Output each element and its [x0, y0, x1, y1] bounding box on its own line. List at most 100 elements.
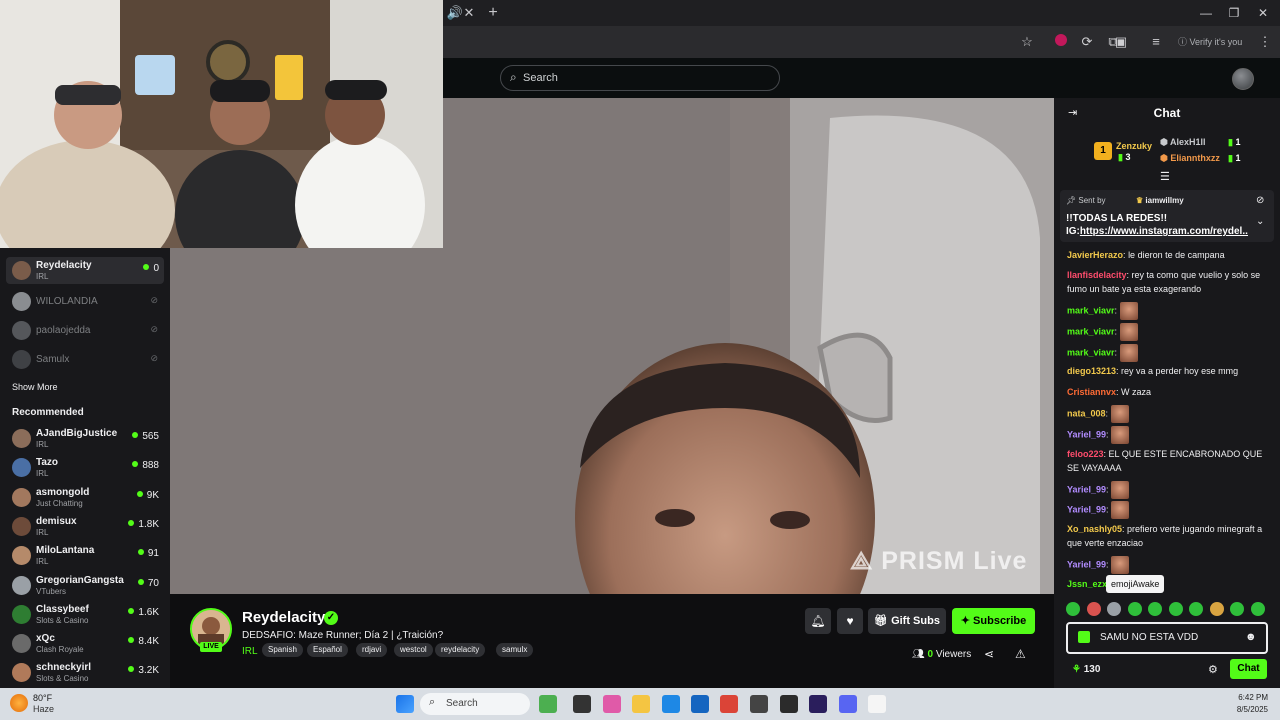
sidebar-recommended-channel[interactable]: MiloLantana IRL 91	[6, 542, 164, 569]
follow-heart-button[interactable]: ♥	[837, 608, 863, 634]
store-icon[interactable]	[691, 695, 709, 713]
streamer-name[interactable]: Reydelacity	[242, 609, 325, 626]
quick-emote-icon[interactable]	[1086, 602, 1101, 616]
notification-bell-button[interactable]: 🔔︎	[805, 608, 831, 634]
quick-emote-icon[interactable]	[1250, 602, 1265, 616]
chat-message[interactable]: mark_viavr:	[1067, 323, 1267, 341]
stream-tag[interactable]: Spanish	[262, 643, 303, 657]
chat-username[interactable]: mark_viavr	[1067, 326, 1115, 336]
notepad-icon[interactable]	[868, 695, 886, 713]
tab-close-icon[interactable]: ✕	[460, 4, 478, 22]
pinned-link-line[interactable]: IG:https://www.instagram.com/reydel...	[1066, 226, 1248, 237]
quick-emote-icon[interactable]	[1168, 602, 1183, 616]
chat-username[interactable]: diego13213	[1067, 366, 1116, 376]
task-view-icon[interactable]	[573, 695, 591, 713]
leaderboard-name[interactable]: ⬢ AlexH1ll	[1160, 137, 1206, 148]
sidebar-recommended-channel[interactable]: xQc Clash Royale 8.4K	[6, 630, 164, 657]
chat-message[interactable]: diego13213: rey va a perder hoy ese mmg	[1067, 364, 1267, 378]
chat-username[interactable]: mark_viavr	[1067, 347, 1115, 357]
leaderboard-expand-icon[interactable]: ☰	[1160, 170, 1170, 183]
stream-tag[interactable]: reydelacity	[435, 643, 486, 657]
chat-username[interactable]: Xo_nashly05	[1067, 524, 1122, 534]
file-explorer-icon[interactable]	[632, 695, 650, 713]
leaderboard-name[interactable]: ⬢ Eliannthxzz	[1160, 153, 1220, 164]
stream-tag[interactable]: Español	[307, 643, 348, 657]
chat-emote-icon[interactable]	[1111, 481, 1130, 499]
widgets-icon[interactable]	[539, 695, 557, 713]
weather-icon[interactable]	[10, 694, 28, 712]
chat-emote-icon[interactable]	[1111, 426, 1130, 444]
chat-emote-icon[interactable]	[1111, 556, 1130, 574]
chat-message[interactable]: Yariel_99:	[1067, 481, 1267, 499]
sidebar-followed-channel[interactable]: Samulx ⊘	[6, 346, 164, 373]
sidebar-recommended-channel[interactable]: schneckyirl Slots & Casino 3.2K	[6, 659, 164, 686]
chat-message[interactable]: Cristiannvx: W zaza	[1067, 385, 1267, 399]
clock-date[interactable]: 8/5/2025	[1230, 705, 1268, 714]
chat-settings-icon[interactable]: ⚙	[1208, 663, 1218, 676]
chat-message[interactable]: mark_viavr:	[1067, 302, 1267, 320]
bookmark-star-icon[interactable]: ☆	[1018, 33, 1036, 51]
clock-time[interactable]: 6:42 PM	[1236, 693, 1268, 702]
chat-emote-icon[interactable]	[1119, 344, 1138, 362]
sidebar-recommended-channel[interactable]: asmongold Just Chatting 9K	[6, 484, 164, 511]
quick-emote-icon[interactable]	[1066, 602, 1080, 616]
quick-emote-icon[interactable]	[1230, 602, 1244, 616]
chevron-down-icon[interactable]: ⌄	[1256, 216, 1264, 227]
window-close-icon[interactable]: ✕	[1251, 4, 1275, 22]
chat-username[interactable]: Yariel_99	[1067, 429, 1106, 439]
chat-message[interactable]: llanfisdelacity: rey ta como que vuelio …	[1067, 268, 1267, 296]
chrome-icon[interactable]	[720, 695, 738, 713]
chat-username[interactable]: feloo223	[1067, 449, 1104, 459]
user-avatar[interactable]	[1232, 68, 1254, 90]
edge-icon[interactable]	[662, 695, 680, 713]
share-icon[interactable]: ⋖	[984, 647, 994, 661]
chat-emote-icon[interactable]	[1110, 405, 1129, 423]
channel-points[interactable]: ⚘ 130	[1072, 664, 1100, 675]
quick-emote-icon[interactable]	[1189, 602, 1203, 616]
weather-temp[interactable]: 80°F	[33, 693, 52, 703]
extension-icon[interactable]: ⟳	[1078, 33, 1096, 51]
discord-icon[interactable]	[839, 695, 857, 713]
chat-username[interactable]: llanfisdelacity	[1067, 270, 1127, 280]
chat-message[interactable]: Yariel_99:	[1067, 426, 1267, 444]
quick-emote-icon[interactable]	[1127, 602, 1142, 616]
copilot-icon[interactable]	[603, 695, 621, 713]
sidebar-recommended-channel[interactable]: Classybeef Slots & Casino 1.6K	[6, 601, 164, 628]
unpin-icon[interactable]: ⊘	[1256, 195, 1264, 206]
chat-username[interactable]: Cristiannvx	[1067, 387, 1116, 397]
chat-message[interactable]: JavierHerazo: le dieron te de campana	[1067, 248, 1267, 262]
sidebar-followed-channel[interactable]: paolaojedda ⊘	[6, 317, 164, 344]
minimize-icon[interactable]: —	[1194, 4, 1218, 22]
sidebar-followed-channel[interactable]: Reydelacity IRL 0	[6, 257, 164, 284]
quick-emote-icon[interactable]	[1209, 602, 1224, 616]
stream-tag[interactable]: westcol	[394, 643, 433, 657]
chat-username[interactable]: JavierHerazo	[1067, 250, 1123, 260]
profile-verify-label[interactable]: ⓘ Verify it's you	[1178, 35, 1242, 48]
chat-message[interactable]: Yariel_99:	[1067, 556, 1267, 574]
chat-message[interactable]: Yariel_99:	[1067, 501, 1267, 519]
app-icon[interactable]	[750, 695, 768, 713]
subscribe-button[interactable]: ✦ Subscribe	[952, 608, 1035, 634]
chat-username[interactable]: mark_viavr	[1067, 305, 1115, 315]
media-icon[interactable]: ≡	[1147, 33, 1165, 51]
show-more-link[interactable]: Show More	[12, 382, 58, 392]
new-tab-icon[interactable]: +	[484, 4, 502, 22]
chat-username[interactable]: Jssn_ezx	[1067, 579, 1107, 589]
chat-message[interactable]: Xo_nashly05: prefiero verte jugando mine…	[1067, 522, 1267, 550]
extension-shield-icon[interactable]	[1052, 33, 1070, 51]
stream-tag[interactable]: rdjavi	[356, 643, 388, 657]
report-icon[interactable]: ⚠	[1015, 647, 1026, 661]
search-input[interactable]: ⌕ Search	[500, 65, 780, 91]
chat-username[interactable]: Yariel_99	[1067, 504, 1106, 514]
chat-message[interactable]: feloo223: EL QUE ESTE ENCABRONADO QUE SE…	[1067, 447, 1267, 475]
chat-message[interactable]: Jssn_ezx:	[1067, 577, 1267, 591]
start-icon[interactable]	[396, 695, 414, 713]
sidebar-recommended-channel[interactable]: AJandBigJustice IRL 565	[6, 425, 164, 452]
quick-emote-icon[interactable]	[1107, 602, 1121, 616]
sidebar-recommended-channel[interactable]: GregorianGangsta VTubers 70	[6, 572, 164, 599]
chat-username[interactable]: nata_008	[1067, 408, 1106, 418]
sidebar-followed-channel[interactable]: WILOLANDIA ⊘	[6, 288, 164, 315]
stream-category[interactable]: IRL	[242, 646, 258, 657]
chat-emote-icon[interactable]	[1111, 501, 1130, 519]
cast-icon[interactable]: ▣	[1112, 33, 1130, 51]
